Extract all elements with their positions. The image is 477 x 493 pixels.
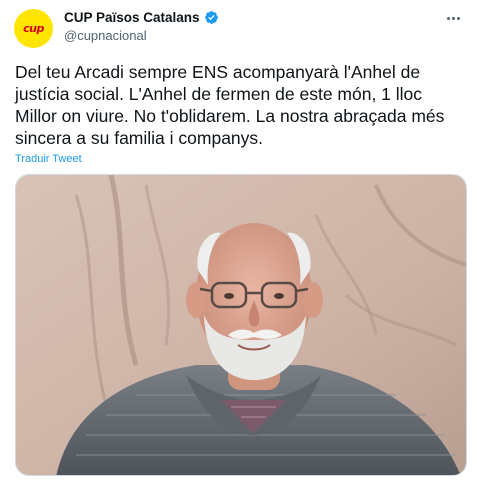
display-name[interactable]: CUP Països Catalans [64, 10, 200, 25]
handle[interactable]: @cupnacional [64, 28, 219, 43]
tweet-photo[interactable] [15, 174, 467, 476]
verified-badge-icon [204, 11, 218, 24]
dot [451, 16, 455, 20]
display-name-row: CUP Països Catalans [64, 10, 219, 25]
translate-tweet-link[interactable]: Traduir Tweet [15, 153, 82, 165]
tweet-card: cup CUP Països Catalans @cupnacional Del… [0, 0, 477, 493]
avatar[interactable]: cup [14, 9, 53, 48]
account-info: CUP Països Catalans @cupnacional [64, 10, 219, 43]
dot [446, 16, 450, 20]
elderly-man-photo-icon [16, 175, 466, 475]
tweet-text: Del teu Arcadi sempre ENS acompanyarà l'… [15, 62, 450, 148]
dot [456, 16, 460, 20]
more-options-icon[interactable] [443, 10, 463, 26]
avatar-logo-text: cup [23, 22, 44, 35]
